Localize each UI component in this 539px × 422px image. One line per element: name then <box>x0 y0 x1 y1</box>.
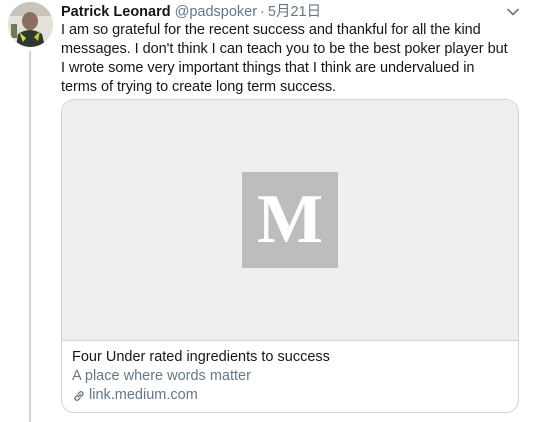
card-domain: link.medium.com <box>72 386 508 405</box>
card-description: A place where words matter <box>72 368 251 384</box>
chevron-down-icon[interactable] <box>506 5 520 19</box>
card-domain-text: link.medium.com <box>89 387 198 403</box>
card-title: Four Under rated ingredients to success <box>72 349 330 365</box>
card-body[interactable]: Four Under rated ingredients to success … <box>72 348 508 405</box>
medium-logo-letter: M <box>256 181 324 258</box>
card-media[interactable]: M <box>62 100 518 341</box>
avatar-image <box>8 2 53 47</box>
tweet-date[interactable]: 5月21日 <box>268 4 321 20</box>
link-card[interactable]: M Four Under rated ingredients to succes… <box>61 99 519 413</box>
tweet-header: Patrick Leonard @padspoker · 5月21日 <box>61 3 321 21</box>
medium-logo-icon: M <box>242 172 338 268</box>
thread-line <box>29 51 31 422</box>
tweet-text: I am so grateful for the recent success … <box>61 22 508 95</box>
author-name[interactable]: Patrick Leonard <box>61 4 171 20</box>
header-separator: · <box>260 4 265 20</box>
link-icon <box>74 390 84 401</box>
tweet[interactable]: Patrick Leonard @padspoker · 5月21日 I am so … <box>0 0 539 422</box>
author-handle[interactable]: @padspoker <box>175 4 257 20</box>
avatar[interactable] <box>8 2 53 47</box>
